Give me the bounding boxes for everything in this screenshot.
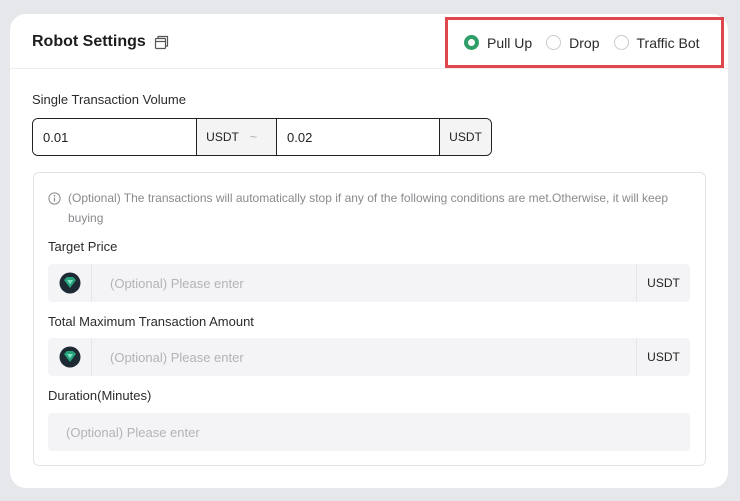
target-price-field: USDT: [48, 264, 690, 302]
mode-label: Pull Up: [487, 34, 533, 51]
radio-unchecked-icon: [546, 35, 562, 50]
mode-radio-drop[interactable]: Drop: [546, 34, 600, 51]
stop-conditions-panel: (Optional) The transactions will automat…: [33, 172, 706, 466]
card-header: Robot Settings Pull Up Drop Traffic Bot: [10, 14, 728, 69]
copy-icon[interactable]: [154, 35, 169, 50]
volume-label: Single Transaction Volume: [32, 92, 186, 107]
max-volume-unit: USDT: [439, 119, 491, 155]
conditions-notice-text: (Optional) The transactions will automat…: [68, 191, 669, 225]
usdt-coin-icon: [48, 264, 92, 302]
total-amount-input[interactable]: [92, 339, 636, 375]
mode-radio-pull-up[interactable]: Pull Up: [464, 35, 532, 51]
conditions-notice: (Optional) The transactions will automat…: [48, 188, 688, 228]
duration-input[interactable]: [48, 414, 690, 450]
total-amount-field: USDT: [48, 338, 690, 376]
min-volume-input[interactable]: [33, 119, 196, 155]
target-price-input[interactable]: [92, 265, 636, 301]
radio-checked-icon: [464, 35, 479, 50]
duration-field: [48, 413, 690, 451]
mode-label: Drop: [569, 34, 600, 51]
page-title-text: Robot Settings: [32, 33, 146, 50]
robot-settings-card: Robot Settings Pull Up Drop Traffic Bot …: [10, 14, 728, 488]
total-amount-label: Total Maximum Transaction Amount: [48, 314, 254, 329]
mode-radio-traffic-bot[interactable]: Traffic Bot: [613, 34, 700, 51]
max-volume-input[interactable]: [276, 119, 439, 155]
total-amount-unit: USDT: [636, 338, 690, 376]
duration-label: Duration(Minutes): [48, 388, 152, 403]
target-price-label: Target Price: [48, 239, 118, 254]
min-volume-unit: USDT: [196, 119, 248, 155]
usdt-coin-icon: [48, 338, 92, 376]
radio-unchecked-icon: [613, 35, 629, 50]
info-icon: [48, 191, 61, 211]
range-separator: ~: [248, 119, 276, 155]
mode-label: Traffic Bot: [636, 34, 700, 51]
page-title: Robot Settings: [32, 33, 169, 51]
target-price-unit: USDT: [636, 264, 690, 302]
volume-range: USDT ~ USDT: [32, 118, 492, 156]
mode-selector: Pull Up Drop Traffic Bot: [445, 17, 724, 68]
